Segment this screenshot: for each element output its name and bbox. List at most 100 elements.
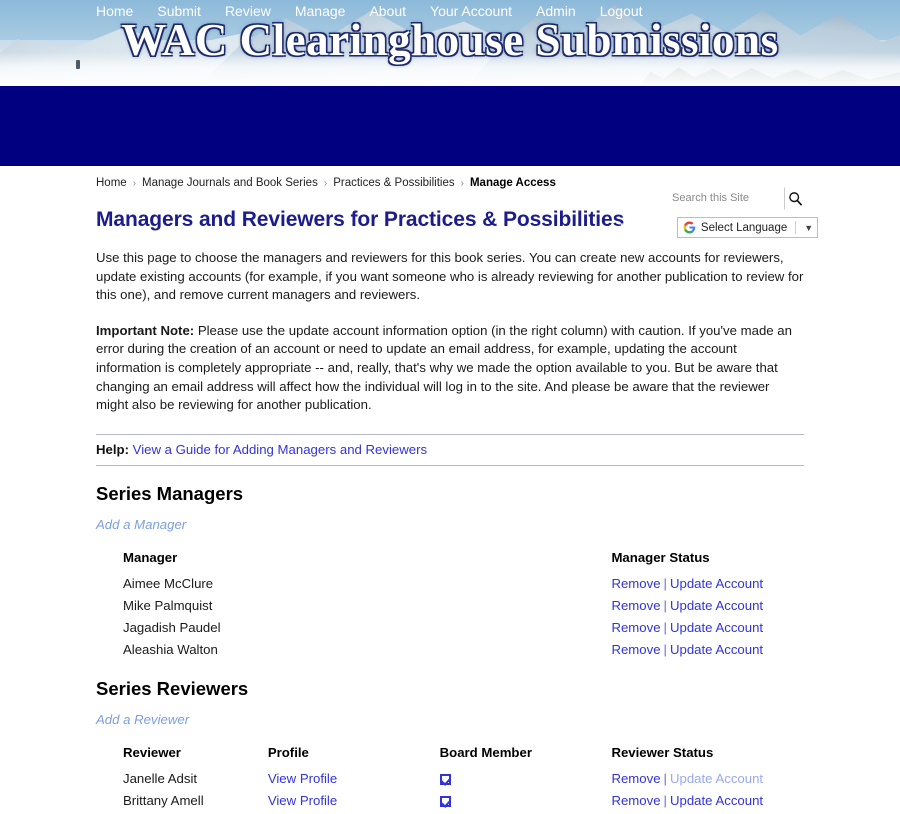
column-header-reviewer: Reviewer [123,744,181,760]
remove-reviewer-link[interactable]: Remove [611,771,660,786]
page-intro-paragraph: Use this page to choose the managers and… [96,250,804,303]
important-note-body: Please use the update account informatio… [96,322,792,413]
breadcrumb-item-practices-possibilities[interactable]: Practices & Possibilities [333,177,454,189]
action-separator: | [663,575,667,591]
site-title: WAC Clearinghouse Submissions [121,15,779,65]
update-account-manager-link[interactable]: Update Account [670,620,763,635]
nav-item-home[interactable]: Home [96,3,157,19]
help-label: Help: [96,441,129,457]
update-account-reviewer-link[interactable]: Update Account [670,771,763,786]
important-note-label: Important Note: [96,322,195,338]
manager-name: Jagadish Paudel [123,619,221,635]
manager-name: Mike Palmquist [123,597,213,613]
update-account-manager-link[interactable]: Update Account [670,576,763,591]
manager-cell-spacer-1 [268,639,440,661]
help-guide-link[interactable]: View a Guide for Adding Managers and Rev… [133,442,427,457]
reviewer-board-member-cell [439,790,612,812]
manager-status-cell: Remove | Update Account [611,595,804,617]
table-header-row: Manager Manager Status [96,550,804,573]
update-account-manager-link[interactable]: Update Account [670,598,763,613]
update-account-manager-link[interactable]: Update Account [670,642,763,657]
reviewer-name: Janelle Adsit [123,770,198,786]
breadcrumb-item-home[interactable]: Home [96,177,127,189]
remove-manager-link[interactable]: Remove [611,576,660,591]
table-header-row: Reviewer Profile Board Member Reviewer S… [96,745,804,768]
manager-name: Aimee McClure [123,575,214,591]
nav-links: Home Submit Review Manage About Your Acc… [96,0,667,19]
breadcrumb-separator: › [323,178,328,189]
main-navigation-bar: Home Submit Review Manage About Your Acc… [0,3,900,238]
action-separator: | [663,619,667,635]
table-row: Janelle Adsit View Profile Remove | Update… [96,768,804,790]
important-note-paragraph: Important Note: Please use the update ac… [96,322,804,415]
reviewer-profile-cell: View Profile [268,768,440,790]
nav-item-submit[interactable]: Submit [157,3,225,19]
reviewer-status-cell: Remove|Update Account [611,790,804,812]
translate-label: Translate: [618,220,671,235]
reviewer-profile-cell: View Profile [268,790,440,812]
add-a-reviewer-link[interactable]: Add a Reviewer [96,712,189,727]
breadcrumb: Home › Manage Journals and Book Series › Pra… [96,166,804,189]
breadcrumb-item-manage-journals[interactable]: Manage Journals and Book Series [142,177,318,189]
view-profile-link[interactable]: View Profile [268,793,337,808]
reviewer-name: Brittany Amell [123,792,204,808]
table-row: Brittany Amell View Profile Remove | Updat… [96,790,804,812]
series-reviewers-heading: Series Reviewers [96,677,249,699]
table-row: Jagadish Paudel Remove | Update Account [96,617,804,639]
update-account-reviewer-link[interactable]: Update Account [670,793,763,808]
manager-cell-spacer-1 [268,595,440,617]
column-header-reviewer-status: Reviewer Status [611,744,714,760]
reviewers-table: Reviewer Profile Board Member Reviewer S… [96,745,804,814]
action-separator: | [663,641,667,657]
manager-cell-spacer-1 [268,573,440,595]
add-a-manager-link[interactable]: Add a Manager [96,517,186,532]
column-header-spacer-2 [440,550,612,573]
board-member-checkbox[interactable] [439,795,451,807]
column-header-manager: Manager [123,549,178,565]
nav-item-admin[interactable]: Admin [536,3,600,19]
manager-name: Aleashia Walton [123,641,218,657]
remove-manager-link[interactable]: Remove [611,598,660,613]
language-select-divider [795,221,797,234]
remove-manager-link[interactable]: Remove [611,642,660,657]
managers-table: Manager Manager Status Aimee McClure Rem… [96,550,804,661]
manager-cell-spacer-2 [440,617,612,639]
managers-table-body: Aimee McClure Remove | Update Account Mike… [96,573,804,661]
nav-item-your-account[interactable]: Your Account [430,3,536,19]
help-box: Help: View a Guide for Adding Managers a… [96,433,804,466]
reviewers-table-body: Janelle Adsit View Profile Remove | Update… [96,768,804,814]
manager-status-cell: Remove | Update Account [611,573,804,595]
chevron-down-icon: ▼ [804,222,814,233]
nav-item-about[interactable]: About [369,3,430,19]
reviewer-status-cell: Remove|Update Account [611,768,804,790]
breadcrumb-separator: › [460,178,464,189]
action-separator: | [663,770,667,786]
column-header-board-member: Board Member [439,744,532,760]
search-submit-button[interactable] [784,187,806,210]
nav-item-review[interactable]: Review [225,3,295,19]
action-separator: | [663,792,667,808]
table-row: Aimee McClure Remove | Update Account [96,573,804,595]
table-row: Aleashia Walton Remove | Update Account [96,639,804,661]
series-managers-heading: Series Managers [96,482,244,504]
nav-item-manage[interactable]: Manage [295,3,370,19]
manager-cell-spacer-2 [440,639,612,661]
remove-reviewer-link[interactable]: Remove [611,793,660,808]
remove-manager-link[interactable]: Remove [611,620,660,635]
language-select-value: Select Language [700,221,788,234]
manager-status-cell: Remove | Update Account [611,639,804,661]
column-header-manager-status: Manager Status [611,549,710,565]
nav-item-logout[interactable]: Logout [600,3,667,19]
search-icon [788,192,802,206]
search-input[interactable] [667,187,784,208]
reviewer-board-member-cell [439,768,612,790]
manager-cell-spacer-2 [440,573,612,595]
breadcrumb-item-current: Manage Access [469,177,556,189]
manager-cell-spacer-2 [440,595,612,617]
manager-status-cell: Remove | Update Account [611,617,804,639]
view-profile-link[interactable]: View Profile [268,771,337,786]
language-select[interactable]: Select Language ▼ [676,217,819,238]
column-header-spacer-1 [268,550,440,573]
board-member-checkbox[interactable] [439,773,451,785]
page-content: Home › Manage Journals and Book Series › Pra… [0,166,900,814]
